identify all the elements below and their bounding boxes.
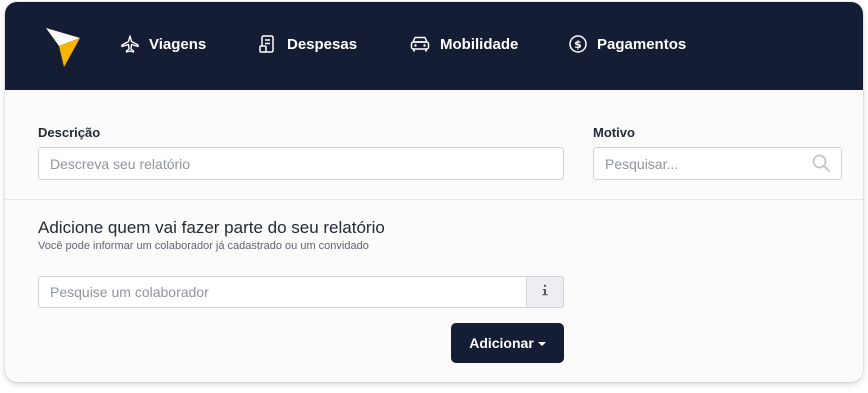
nav-label: Despesas (287, 35, 358, 53)
nav-item-despesas[interactable]: Despesas (258, 32, 357, 56)
add-button-label: Adicionar (469, 335, 534, 351)
nav-item-pagamentos[interactable]: $ Pagamentos (568, 32, 686, 56)
brand-logo[interactable] (45, 22, 81, 68)
motivo-search-input[interactable] (593, 147, 842, 180)
nav-label: Pagamentos (597, 35, 687, 53)
participants-subtitle: Você pode informar um colaborador já cad… (38, 240, 369, 252)
caret-down-icon (537, 342, 546, 346)
info-icon (541, 283, 549, 301)
nav-item-viagens[interactable]: Viagens (120, 32, 206, 56)
airplane-icon (120, 34, 140, 54)
descricao-input[interactable] (38, 147, 564, 180)
section-divider (5, 199, 863, 200)
dollar-circle-icon: $ (568, 34, 588, 54)
collaborator-search-group (38, 276, 564, 308)
collaborator-info-addon[interactable] (526, 277, 563, 307)
search-icon[interactable] (811, 153, 831, 173)
svg-text:$: $ (574, 38, 582, 51)
participants-title: Adicione quem vai fazer parte do seu rel… (38, 218, 385, 237)
receipt-icon (258, 34, 278, 54)
nav-label: Mobilidade (440, 35, 519, 53)
descricao-label: Descrição (38, 125, 101, 140)
top-navbar: Viagens Despesas Mobilidade $ Pagamentos (5, 2, 863, 90)
collaborator-search-input[interactable] (39, 277, 526, 307)
nav-label: Viagens (149, 35, 207, 53)
car-icon (409, 34, 431, 54)
motivo-label: Motivo (593, 125, 635, 140)
nav-item-mobilidade[interactable]: Mobilidade (409, 32, 518, 56)
app-window: Viagens Despesas Mobilidade $ Pagamentos… (5, 2, 863, 382)
add-participant-button[interactable]: Adicionar (451, 323, 564, 363)
